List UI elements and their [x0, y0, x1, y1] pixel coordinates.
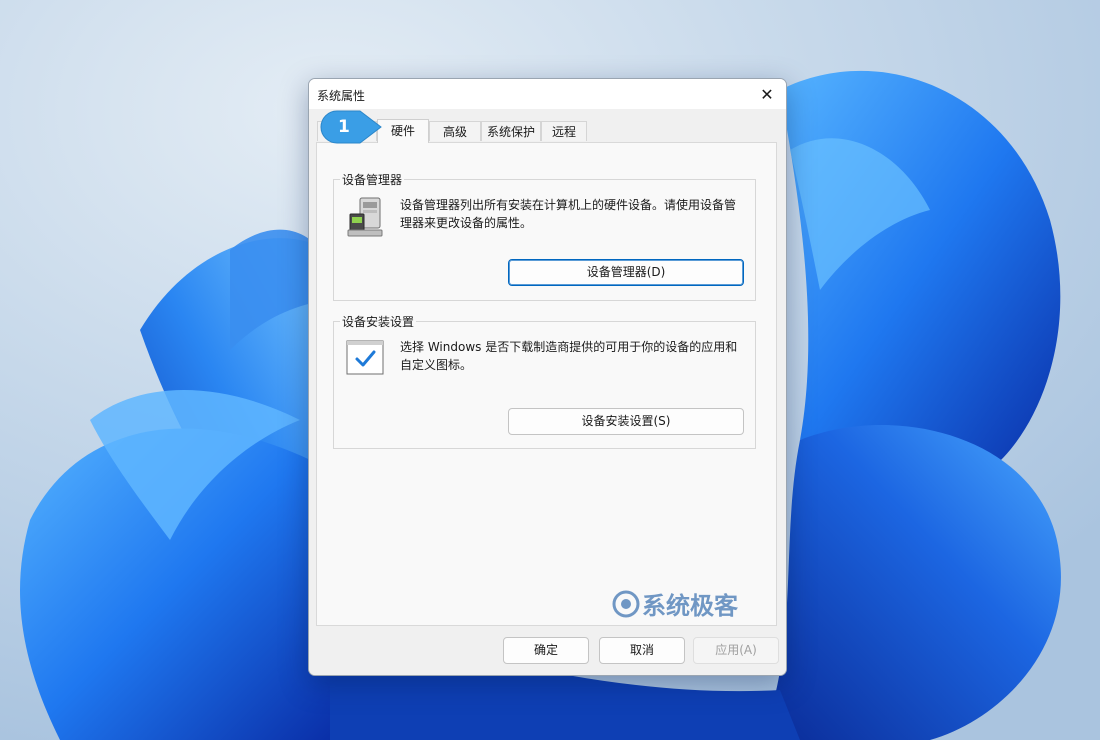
callout-shape	[320, 110, 382, 144]
device-manager-button[interactable]: 设备管理器(D)	[508, 259, 744, 286]
hardware-tab-panel: 设备管理器 设备管理器列出所有安装在计算机上的硬件设备。请使用设备管理器来更改设…	[316, 142, 777, 626]
step-callout-badge: 1	[320, 110, 382, 144]
dialog-title: 系统属性	[317, 89, 366, 103]
dialog-footer: 确定 取消 应用(A)	[309, 627, 786, 675]
close-icon: ✕	[760, 84, 774, 104]
watermark: 系统极客	[612, 586, 738, 621]
title-bar[interactable]: 系统属性 ✕	[309, 79, 786, 109]
device-install-settings-button[interactable]: 设备安装设置(S)	[508, 408, 744, 435]
device-install-group: 设备安装设置 选择 Windows 是否下载制造商提供的可用于你的设备的应用和自…	[333, 313, 756, 449]
close-button[interactable]: ✕	[752, 81, 782, 107]
tab-hardware[interactable]: 硬件	[377, 119, 429, 143]
cancel-button[interactable]: 取消	[599, 637, 685, 664]
device-manager-icon	[347, 197, 383, 237]
device-install-description: 选择 Windows 是否下载制造商提供的可用于你的设备的应用和自定义图标。	[400, 340, 738, 372]
tab-remote[interactable]: 远程	[541, 121, 587, 141]
apply-button[interactable]: 应用(A)	[693, 637, 779, 664]
watermark-logo-icon	[612, 590, 640, 617]
tab-system-protection[interactable]: 系统保护	[481, 121, 541, 141]
tab-advanced[interactable]: 高级	[429, 121, 481, 141]
watermark-text: 系统极客	[642, 592, 738, 620]
callout-number: 1	[338, 117, 350, 137]
device-manager-group-title: 设备管理器	[340, 171, 405, 188]
device-install-checkbox-icon	[346, 340, 384, 375]
ok-button[interactable]: 确定	[503, 637, 589, 664]
device-install-group-title: 设备安装设置	[340, 313, 417, 330]
device-manager-description: 设备管理器列出所有安装在计算机上的硬件设备。请使用设备管理器来更改设备的属性。	[400, 198, 737, 230]
device-manager-group: 设备管理器 设备管理器列出所有安装在计算机上的硬件设备。请使用设备管理器来更改设…	[333, 171, 756, 301]
